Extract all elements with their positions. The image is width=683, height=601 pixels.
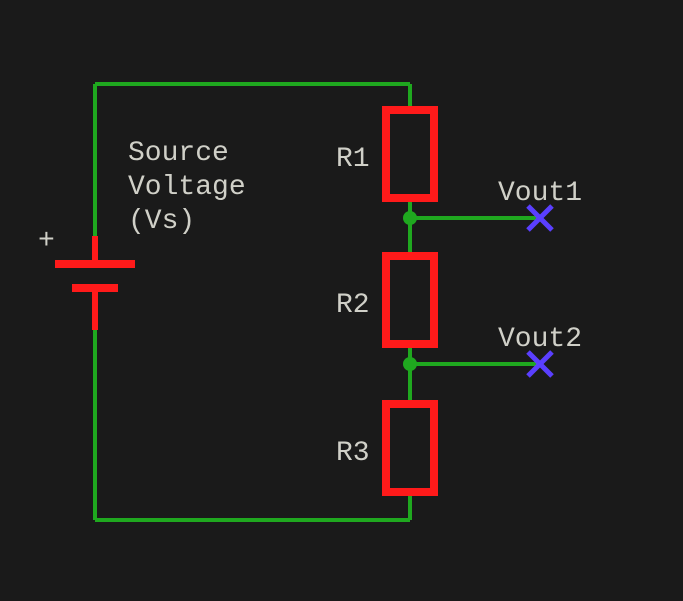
r3-label: R3 <box>336 438 370 469</box>
polarity-plus: + <box>38 226 55 257</box>
vout1-label: Vout1 <box>498 178 582 209</box>
vout2-label: Vout2 <box>498 324 582 355</box>
node-vout1 <box>403 211 417 225</box>
resistor-r1 <box>386 110 434 198</box>
resistor-r3 <box>386 404 434 492</box>
source-label-3: (Vs) <box>128 206 195 237</box>
node-vout2 <box>403 357 417 371</box>
voltage-source <box>55 236 135 330</box>
r2-label: R2 <box>336 290 370 321</box>
resistor-r2 <box>386 256 434 344</box>
source-label-1: Source <box>128 138 229 169</box>
source-label-2: Voltage <box>128 172 246 203</box>
r1-label: R1 <box>336 144 370 175</box>
voltage-divider-circuit: + Source Voltage (Vs) R1 R2 R3 Vout1 Vou… <box>0 0 683 601</box>
